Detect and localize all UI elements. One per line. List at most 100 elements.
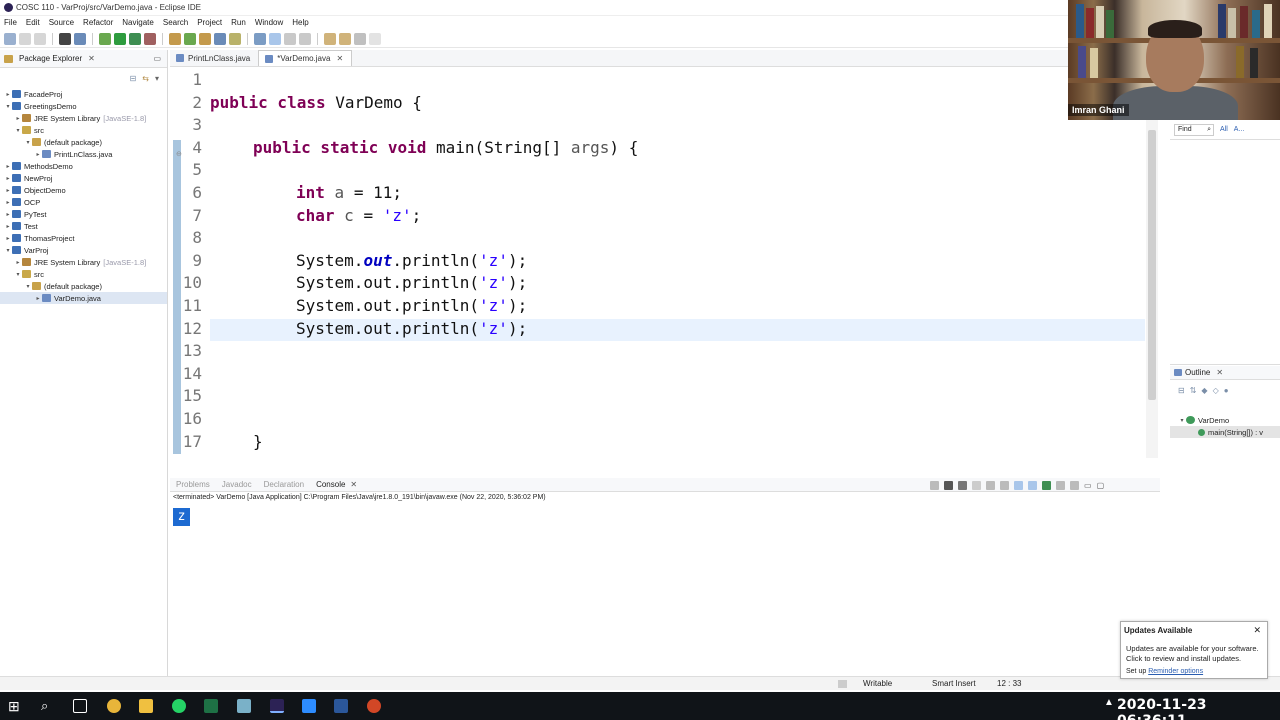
show-on-output-icon[interactable] bbox=[1014, 480, 1023, 490]
console-output[interactable] bbox=[170, 505, 1160, 665]
menu-source[interactable]: Source bbox=[49, 18, 74, 27]
menu-edit[interactable]: Edit bbox=[26, 18, 40, 27]
tree-item[interactable]: ▸ PrintLnClass.java bbox=[0, 148, 167, 160]
tree-item[interactable]: ▸ Test bbox=[0, 220, 167, 232]
updates-notification[interactable]: Updates Available ✕ Updates are availabl… bbox=[1120, 621, 1268, 679]
fold-icon[interactable]: ⊖ bbox=[176, 150, 182, 158]
previous-annotation-icon[interactable] bbox=[339, 32, 351, 45]
remove-launch-icon[interactable] bbox=[944, 480, 953, 490]
menu-file[interactable]: File bbox=[4, 18, 17, 27]
editor-scrollbar-thumb[interactable] bbox=[1148, 130, 1156, 400]
tree-item[interactable]: ▾ src bbox=[0, 124, 167, 136]
menu-window[interactable]: Window bbox=[255, 18, 283, 27]
close-icon[interactable]: ✕ bbox=[350, 480, 357, 489]
open-type-icon[interactable] bbox=[199, 32, 211, 45]
tab-vardemo[interactable]: *VarDemo.java ✕ bbox=[258, 50, 353, 66]
show-on-error-icon[interactable] bbox=[1028, 480, 1037, 490]
collapsed-icon[interactable]: ▸ bbox=[4, 235, 12, 242]
pin-console-icon[interactable] bbox=[1042, 480, 1051, 490]
close-icon[interactable]: ✕ bbox=[336, 54, 343, 63]
show-whitespace-icon[interactable] bbox=[284, 32, 296, 45]
whatsapp-icon[interactable] bbox=[172, 699, 186, 713]
expanded-icon[interactable]: ▾ bbox=[14, 127, 22, 134]
tab-declaration[interactable]: Declaration bbox=[258, 480, 310, 489]
search-icon[interactable] bbox=[214, 32, 226, 45]
tree-item[interactable]: ▸ ThomasProject bbox=[0, 232, 167, 244]
eclipse-taskbar-icon[interactable] bbox=[270, 699, 284, 713]
clear-console-icon[interactable] bbox=[972, 480, 981, 490]
collapsed-icon[interactable]: ▸ bbox=[4, 199, 12, 206]
expanded-icon[interactable]: ▾ bbox=[4, 103, 12, 110]
collapsed-icon[interactable]: ▸ bbox=[14, 259, 22, 266]
tree-item[interactable]: ▸ FacadeProj bbox=[0, 88, 167, 100]
excel-icon[interactable] bbox=[204, 699, 218, 713]
expanded-icon[interactable]: ▾ bbox=[14, 271, 22, 278]
tree-item[interactable]: ▾ VarProj bbox=[0, 244, 167, 256]
hide-nonpublic-icon[interactable]: ● bbox=[1224, 386, 1229, 395]
collapsed-icon[interactable]: ▸ bbox=[34, 151, 42, 158]
reminder-options-link[interactable]: Reminder options bbox=[1148, 668, 1203, 675]
expanded-icon[interactable]: ▾ bbox=[4, 247, 12, 254]
next-annotation-icon[interactable] bbox=[324, 32, 336, 45]
toggle-mark-occurrences-icon[interactable] bbox=[254, 32, 266, 45]
collapsed-icon[interactable]: ▸ bbox=[14, 115, 22, 122]
tree-item[interactable]: ▸ MethodsDemo bbox=[0, 160, 167, 172]
save-icon[interactable] bbox=[19, 32, 31, 45]
open-console-icon[interactable] bbox=[1070, 480, 1079, 490]
view-menu-icon[interactable]: ▾ bbox=[155, 74, 159, 83]
maximize-icon[interactable]: ▢ bbox=[1097, 481, 1105, 490]
toggle-block-selection-icon[interactable] bbox=[269, 32, 281, 45]
close-icon[interactable]: ✕ bbox=[1253, 625, 1261, 636]
sort-icon[interactable]: ⇅ bbox=[1190, 386, 1197, 395]
tree-item[interactable]: ▸ OCP bbox=[0, 196, 167, 208]
open-task-icon[interactable] bbox=[229, 32, 241, 45]
new-java-project-icon[interactable] bbox=[169, 32, 181, 45]
tree-item[interactable]: ▾ (default package) bbox=[0, 280, 167, 292]
activate-link[interactable]: A... bbox=[1234, 126, 1245, 133]
collapsed-icon[interactable]: ▸ bbox=[4, 223, 12, 230]
tree-item[interactable]: ▸ JRE System Library [JavaSE-1.8] bbox=[0, 112, 167, 124]
powerpoint-icon[interactable] bbox=[367, 699, 381, 713]
all-link[interactable]: All bbox=[1220, 126, 1228, 133]
notepad-icon[interactable] bbox=[237, 699, 251, 713]
debug-run-icon[interactable] bbox=[99, 32, 111, 45]
back-icon[interactable] bbox=[354, 32, 366, 45]
hide-fields-icon[interactable]: ◆ bbox=[1201, 386, 1207, 395]
outline-class-row[interactable]: ▾ VarDemo bbox=[1170, 414, 1280, 426]
task-view-icon[interactable] bbox=[73, 699, 87, 713]
outline-method-row[interactable]: main(String[]) : v bbox=[1170, 426, 1280, 438]
tab-javadoc[interactable]: Javadoc bbox=[216, 480, 258, 489]
chrome-icon[interactable] bbox=[107, 699, 121, 713]
collapsed-icon[interactable]: ▸ bbox=[4, 187, 12, 194]
save-all-icon[interactable] bbox=[34, 32, 46, 45]
collapsed-icon[interactable]: ▸ bbox=[4, 163, 12, 170]
run-icon[interactable] bbox=[114, 32, 126, 45]
expanded-icon[interactable]: ▾ bbox=[24, 139, 32, 146]
external-tools-icon[interactable] bbox=[144, 32, 156, 45]
tree-item[interactable]: ▸ VarDemo.java bbox=[0, 292, 167, 304]
tree-item[interactable]: ▸ ObjectDemo bbox=[0, 184, 167, 196]
collapse-all-icon[interactable]: ⊟ bbox=[130, 74, 137, 83]
skip-breakpoints-icon[interactable] bbox=[74, 32, 86, 45]
word-icon[interactable] bbox=[334, 699, 348, 713]
menu-navigate[interactable]: Navigate bbox=[122, 18, 154, 27]
zoom-icon[interactable] bbox=[302, 699, 316, 713]
display-console-icon[interactable] bbox=[1056, 480, 1065, 490]
pin-editor-icon[interactable] bbox=[299, 32, 311, 45]
tab-problems[interactable]: Problems bbox=[170, 480, 216, 489]
search-icon[interactable]: ⌕ bbox=[41, 699, 55, 713]
forward-icon[interactable] bbox=[369, 32, 381, 45]
expanded-icon[interactable]: ▾ bbox=[1178, 417, 1186, 424]
collapsed-icon[interactable]: ▸ bbox=[4, 175, 12, 182]
debug-icon[interactable] bbox=[59, 32, 71, 45]
menu-project[interactable]: Project bbox=[197, 18, 222, 27]
tab-console[interactable]: Console ✕ bbox=[310, 480, 363, 489]
link-with-editor-icon[interactable]: ⇆ bbox=[142, 74, 149, 83]
collapse-all-icon[interactable]: ⊟ bbox=[1178, 386, 1185, 395]
menu-help[interactable]: Help bbox=[292, 18, 308, 27]
close-icon[interactable]: ✕ bbox=[88, 54, 95, 63]
collapsed-icon[interactable]: ▸ bbox=[4, 211, 12, 218]
tree-item[interactable]: ▾ (default package) bbox=[0, 136, 167, 148]
package-explorer-tab[interactable]: Package Explorer ✕ ▭ bbox=[0, 50, 167, 68]
minimize-icon[interactable]: ▭ bbox=[1084, 481, 1092, 490]
